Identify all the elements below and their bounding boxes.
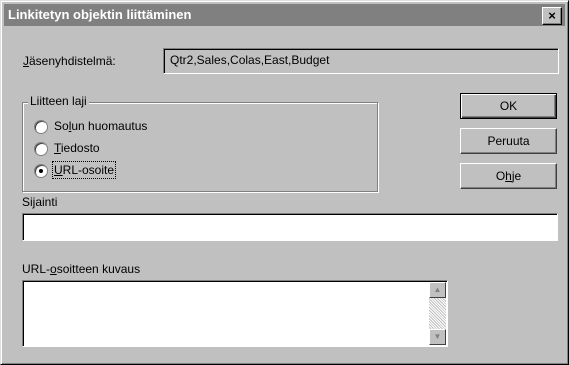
radio-file[interactable] (34, 142, 48, 156)
window-title: Linkitetyn objektin liittäminen (8, 7, 192, 22)
link-object-dialog: Linkitetyn objektin liittäminen × Jäseny… (0, 0, 569, 365)
scrollbar-track[interactable] (429, 298, 446, 329)
ok-button[interactable]: OK (460, 93, 557, 119)
scroll-up-arrow-icon[interactable]: ▲ (429, 282, 446, 298)
radio-url-label[interactable]: URL-osoite (51, 161, 117, 179)
location-input[interactable] (22, 213, 558, 241)
radio-cell-note-label[interactable]: Solun huomautus (54, 119, 147, 133)
help-button[interactable]: Ohje (460, 163, 557, 189)
vertical-scrollbar[interactable]: ▲ ▼ (429, 282, 446, 345)
scroll-down-arrow-icon[interactable]: ▼ (429, 329, 446, 345)
title-bar: Linkitetyn objektin liittäminen × (4, 4, 565, 26)
location-label: Sijainti (22, 195, 58, 209)
radio-cell-note[interactable] (34, 120, 48, 134)
close-button[interactable]: × (542, 7, 562, 25)
attachment-type-title: Liitteen laji (28, 94, 89, 108)
radio-file-label[interactable]: Tiedosto (54, 141, 100, 155)
member-label: Jäsenyhdistelmä: (23, 54, 116, 68)
radio-selected-dot (39, 169, 43, 173)
radio-url[interactable] (34, 164, 48, 178)
member-combination-value: Qtr2,Sales,Colas,East,Budget (170, 53, 330, 67)
url-description-label: URL-osoitteen kuvaus (22, 262, 141, 276)
cancel-button[interactable]: Peruuta (460, 128, 557, 154)
url-description-textarea[interactable]: ▲ ▼ (22, 280, 448, 347)
member-combination-field: Qtr2,Sales,Colas,East,Budget (163, 48, 559, 74)
